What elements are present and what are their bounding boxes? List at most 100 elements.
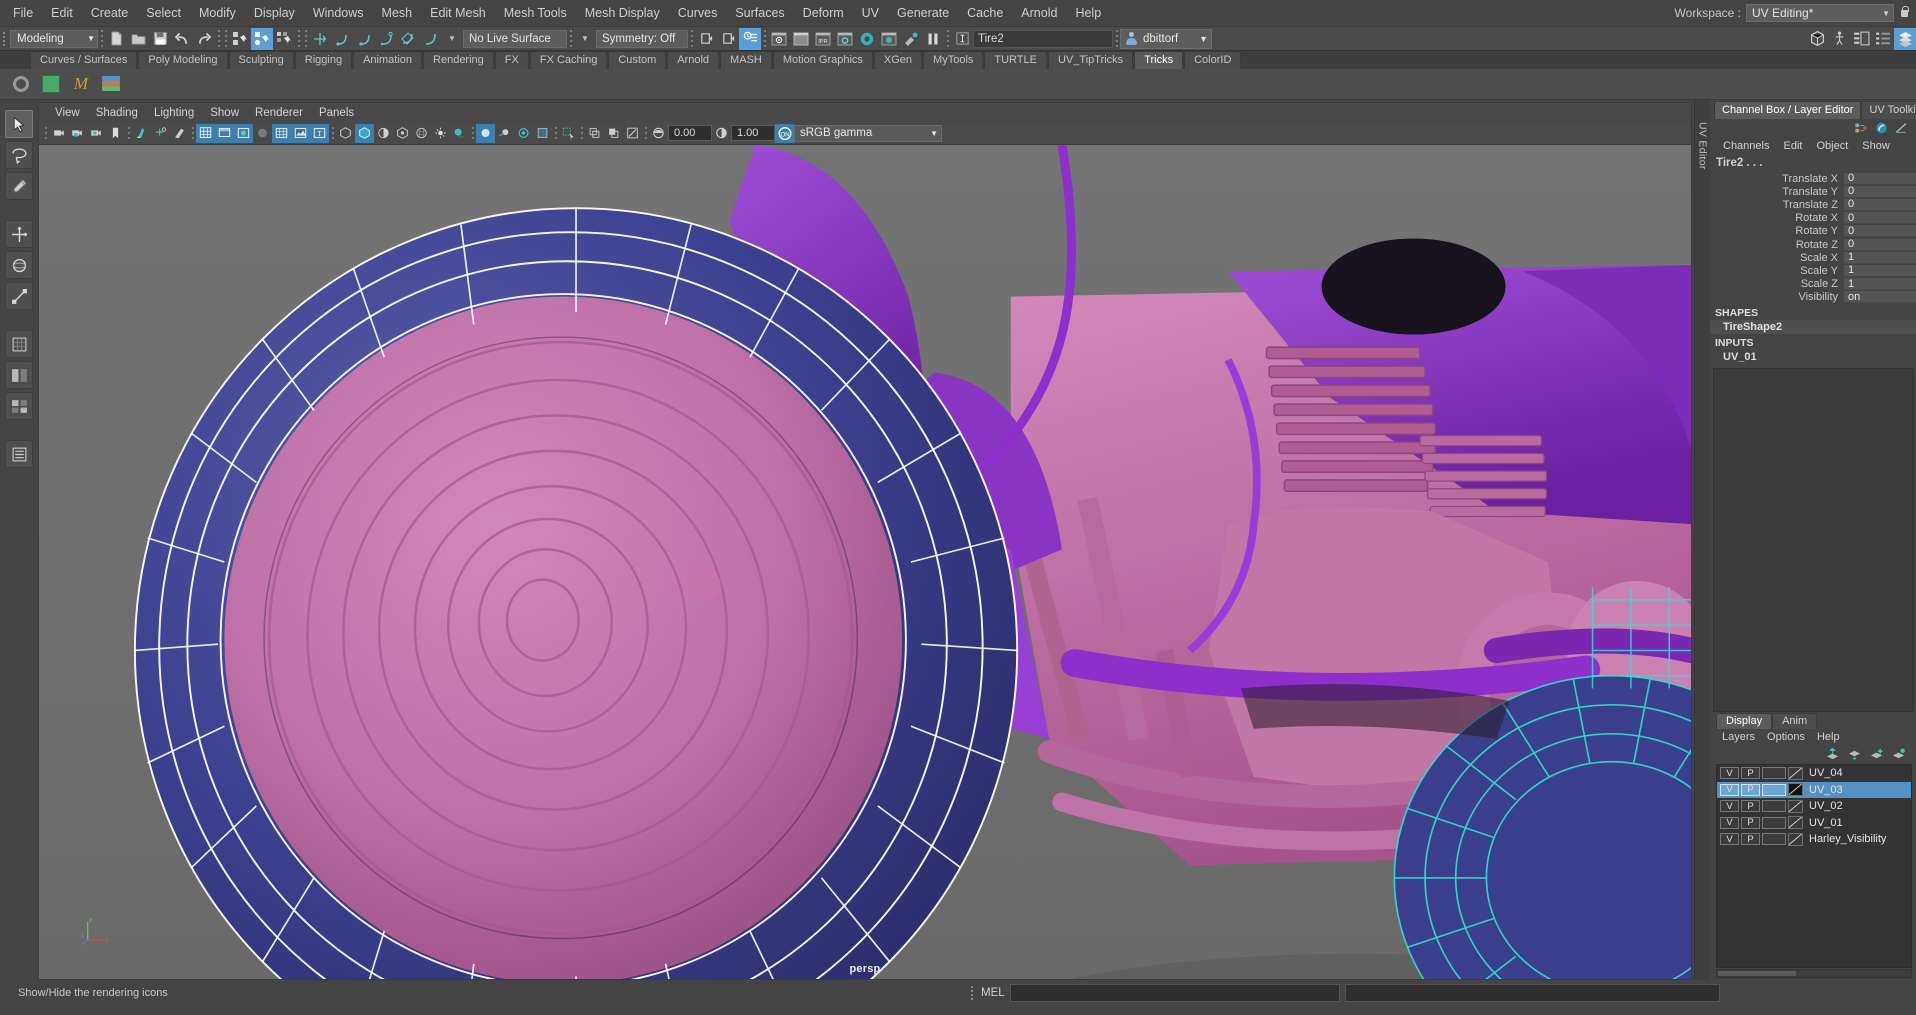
- shapes-item[interactable]: TireShape2: [1710, 319, 1916, 334]
- channel-row[interactable]: Rotate X 0: [1710, 212, 1916, 225]
- layer-state-cell[interactable]: [1762, 833, 1786, 846]
- attribute-editor-icon[interactable]: [1850, 28, 1872, 50]
- select-by-object-type-button[interactable]: [251, 27, 273, 50]
- symmetry-field[interactable]: Symmetry: Off: [596, 29, 688, 48]
- channel-row[interactable]: Scale Y 1: [1710, 264, 1916, 277]
- layer-name[interactable]: Harley_Visibility: [1805, 833, 1886, 845]
- channel-row[interactable]: Translate Y 0: [1710, 185, 1916, 198]
- input-line-right-icon[interactable]: [717, 28, 739, 50]
- shelf-tab-tricks[interactable]: Tricks: [1134, 51, 1184, 69]
- layer-color-swatch[interactable]: [1788, 766, 1803, 780]
- layer-visibility-toggle[interactable]: V: [1720, 816, 1739, 829]
- shadows-toggle-icon[interactable]: [450, 124, 469, 143]
- ipr-render-icon[interactable]: IPR: [812, 28, 834, 50]
- layout-four-pane-button[interactable]: [5, 392, 33, 420]
- layer-playback-toggle[interactable]: P: [1741, 816, 1760, 829]
- quick-select-field[interactable]: Tire2: [973, 29, 1113, 48]
- channel-value-field[interactable]: 1: [1844, 278, 1916, 291]
- xray-active-components-icon[interactable]: [412, 124, 431, 143]
- layer-color-swatch[interactable]: [1788, 783, 1803, 797]
- layer-name[interactable]: UV_02: [1805, 800, 1843, 812]
- viewport-3d-canvas[interactable]: y x z persp: [38, 144, 1692, 980]
- text-cursor-icon[interactable]: [951, 28, 973, 50]
- channel-value-field[interactable]: 0: [1844, 238, 1916, 251]
- layer-row[interactable]: V P UV_02: [1717, 798, 1911, 815]
- text-display-icon[interactable]: T: [310, 123, 329, 143]
- add-selected-to-layer-icon[interactable]: [1891, 748, 1906, 761]
- open-scene-button[interactable]: [127, 28, 149, 50]
- channel-row[interactable]: Translate X 0: [1710, 172, 1916, 185]
- lock-icon[interactable]: [1899, 5, 1910, 21]
- layer-playback-toggle[interactable]: P: [1741, 800, 1760, 813]
- display-resolution-icon[interactable]: [623, 124, 642, 143]
- exposure-reset-icon[interactable]: [585, 124, 604, 143]
- workspace-dropdown[interactable]: UV Editing* ▼: [1746, 4, 1894, 22]
- select-by-component-type-button[interactable]: [273, 28, 295, 50]
- user-account-dropdown[interactable]: dbittorf ▼: [1120, 28, 1212, 49]
- viewport-menu-panels[interactable]: Panels: [311, 105, 362, 121]
- layer-row[interactable]: V P Harley_Visibility: [1717, 831, 1911, 848]
- layer-color-swatch[interactable]: [1788, 816, 1803, 830]
- render-current-frame-icon[interactable]: [768, 28, 790, 50]
- make-live-icon[interactable]: [419, 28, 441, 50]
- menu-item-select[interactable]: Select: [137, 3, 190, 23]
- exposure-field[interactable]: 0.00: [668, 125, 712, 141]
- channel-menu-object[interactable]: Object: [1809, 139, 1855, 153]
- gamma-icon[interactable]: [712, 124, 731, 143]
- tab-anim-layers[interactable]: Anim: [1772, 713, 1818, 729]
- wireframe-mode-icon[interactable]: [196, 123, 215, 143]
- shelf-tab-turtle[interactable]: TURTLE: [984, 51, 1047, 69]
- layer-row[interactable]: V P UV_03: [1717, 781, 1911, 798]
- channel-menu-channels[interactable]: Channels: [1716, 139, 1776, 153]
- menu-item-display[interactable]: Display: [245, 3, 304, 23]
- snap-to-view-planes-icon[interactable]: [397, 28, 419, 50]
- layer-playback-toggle[interactable]: P: [1741, 833, 1760, 846]
- xray-icon[interactable]: [374, 124, 393, 143]
- outliner-layout-button[interactable]: [5, 440, 33, 468]
- lock-camera-icon[interactable]: [68, 124, 87, 143]
- command-output[interactable]: [1344, 984, 1720, 1002]
- viewport-fx-icon[interactable]: [533, 124, 552, 143]
- shade-all-icon[interactable]: [253, 124, 272, 143]
- input-line-left-icon[interactable]: [695, 28, 717, 50]
- menu-item-modify[interactable]: Modify: [190, 3, 245, 23]
- lasso-tool-button[interactable]: [5, 141, 33, 169]
- shelf-tab-sculpting[interactable]: Sculpting: [228, 51, 294, 69]
- move-tool-button[interactable]: [5, 220, 33, 248]
- screen-space-ao-icon[interactable]: [476, 123, 495, 143]
- shelf-item-green-swatch[interactable]: [38, 71, 64, 97]
- menu-item-help[interactable]: Help: [1066, 3, 1110, 23]
- save-scene-button[interactable]: [149, 28, 171, 50]
- layer-name[interactable]: UV_03: [1805, 784, 1843, 796]
- shelf-tab-mash[interactable]: MASH: [720, 51, 772, 69]
- snap-to-grid-icon[interactable]: [309, 28, 331, 50]
- layer-state-cell[interactable]: [1762, 767, 1786, 780]
- layer-playback-toggle[interactable]: P: [1741, 767, 1760, 780]
- layer-color-swatch[interactable]: [1788, 832, 1803, 846]
- chevron-down-icon[interactable]: ▼: [441, 28, 463, 50]
- layer-state-cell[interactable]: [1762, 783, 1786, 796]
- shaded-material-icon[interactable]: [355, 123, 374, 143]
- isolate-select-icon[interactable]: [559, 124, 578, 143]
- channel-menu-show[interactable]: Show: [1855, 139, 1897, 153]
- channel-value-field[interactable]: 0: [1844, 212, 1916, 225]
- channel-row[interactable]: Rotate Y 0: [1710, 225, 1916, 238]
- shelf-tab-rigging[interactable]: Rigging: [294, 51, 353, 69]
- menu-item-windows[interactable]: Windows: [304, 3, 373, 23]
- xray-joints-icon[interactable]: [393, 124, 412, 143]
- shelf-tab-motion-graphics[interactable]: Motion Graphics: [772, 51, 873, 69]
- hypershade-icon[interactable]: [856, 28, 878, 50]
- color-space-dropdown[interactable]: sRGB gamma ▼: [794, 124, 942, 142]
- menu-item-curves[interactable]: Curves: [669, 3, 727, 23]
- layer-list-scrollbar[interactable]: [1716, 969, 1912, 978]
- menu-item-mesh[interactable]: Mesh: [373, 3, 422, 23]
- channel-box-tree-icon[interactable]: [1854, 121, 1869, 135]
- layout-two-pane-button[interactable]: [5, 361, 33, 389]
- layer-state-cell[interactable]: [1762, 800, 1786, 813]
- channel-row[interactable]: Translate Z 0: [1710, 198, 1916, 211]
- film-gate-icon[interactable]: [170, 124, 189, 143]
- menu-item-arnold[interactable]: Arnold: [1012, 3, 1066, 23]
- shelf-tab-uv-tiptricks[interactable]: UV_TipTricks: [1047, 51, 1134, 69]
- channel-box-icon[interactable]: [1872, 28, 1894, 50]
- paint-select-tool-button[interactable]: [5, 172, 33, 200]
